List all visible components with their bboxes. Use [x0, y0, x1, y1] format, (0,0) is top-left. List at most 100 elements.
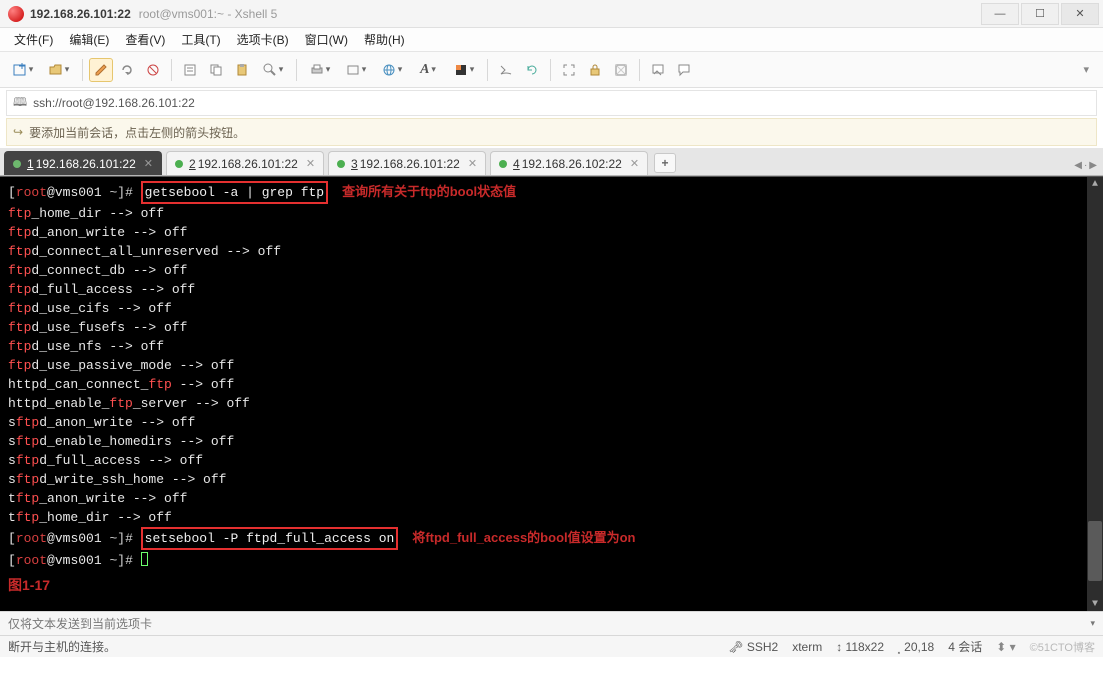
command-1: getsebool -a | grep ftp — [145, 185, 324, 200]
address-url: ssh://root@192.168.26.101:22 — [33, 96, 195, 110]
fullscreen-icon[interactable] — [557, 58, 581, 82]
tab-status-dot — [337, 160, 345, 168]
annotation-1: 查询所有关于ftp的bool状态值 — [342, 184, 516, 199]
scroll-icon[interactable] — [494, 58, 518, 82]
window-controls: — ☐ ✕ — [979, 3, 1099, 25]
tab-add-button[interactable]: + — [654, 153, 676, 173]
sendbar-text: 仅将文本发送到当前选项卡 — [8, 615, 152, 632]
color-scheme-icon[interactable] — [447, 58, 481, 82]
bookmark-icon[interactable]: 🕮 — [13, 93, 27, 114]
font-style-icon[interactable]: A — [411, 58, 445, 82]
command-2: setsebool -P ftpd_full_access on — [145, 531, 395, 546]
tab-label: 192.168.26.101:22 — [198, 157, 298, 171]
terminal-output-line: ftpd_anon_write --> off — [8, 223, 1095, 242]
session-tab-4[interactable]: 4 192.168.26.102:22 ✕ — [490, 151, 648, 175]
tab-scroll-arrows[interactable]: ◀·▶ — [1074, 160, 1097, 171]
close-button[interactable]: ✕ — [1061, 3, 1099, 25]
menu-tab[interactable]: 选项卡(B) — [231, 29, 295, 50]
menu-edit[interactable]: 编辑(E) — [63, 29, 115, 50]
toolbar-separator — [82, 59, 83, 81]
reconnect-icon[interactable] — [115, 58, 139, 82]
maximize-button[interactable]: ☐ — [1021, 3, 1059, 25]
tabstrip: 1 192.168.26.101:22 ✕ 2 192.168.26.101:2… — [0, 148, 1103, 176]
tab-num: 2 — [189, 157, 196, 171]
terminal-scrollbar[interactable]: ▲ ▼ — [1087, 177, 1103, 611]
tab-status-dot — [499, 160, 507, 168]
edit-pencil-icon[interactable] — [89, 58, 113, 82]
chevron-down-icon[interactable]: ▾ — [1090, 618, 1095, 629]
transparency-icon[interactable] — [609, 58, 633, 82]
terminal-output-line: ftpd_use_passive_mode --> off — [8, 356, 1095, 375]
menu-view[interactable]: 查看(V) — [119, 29, 171, 50]
toolbar-separator — [487, 59, 488, 81]
menu-help[interactable]: 帮助(H) — [358, 29, 411, 50]
refresh-icon[interactable] — [520, 58, 544, 82]
terminal-cursor — [141, 552, 148, 566]
terminal-output-line: ftpd_use_fusefs --> off — [8, 318, 1095, 337]
menubar: 文件(F) 编辑(E) 查看(V) 工具(T) 选项卡(B) 窗口(W) 帮助(… — [0, 28, 1103, 52]
find-icon[interactable] — [256, 58, 290, 82]
statusbar: 断开与主机的连接。 🗝 SSH2 xterm ↕ 118x22 ⸼ 20,18 … — [0, 635, 1103, 657]
terminal-output-line: sftpd_enable_homedirs --> off — [8, 432, 1095, 451]
toolbar-overflow-icon[interactable]: ▾ — [1083, 63, 1097, 76]
terminal-line: [root@vms001 ~]# setsebool -P ftpd_full_… — [8, 527, 1095, 550]
status-left: 断开与主机的连接。 — [8, 638, 116, 655]
tab-num: 4 — [513, 157, 520, 171]
tab-label: 192.168.26.102:22 — [522, 157, 622, 171]
status-size: ↕ 118x22 — [836, 640, 884, 654]
tipbar-text: 要添加当前会话，点击左侧的箭头按钮。 — [29, 124, 245, 141]
session-tab-2[interactable]: 2 192.168.26.101:22 ✕ — [166, 151, 324, 175]
terminal-output-line: sftpd_anon_write --> off — [8, 413, 1095, 432]
toolbar: A ▾ — [0, 52, 1103, 88]
new-session-icon[interactable] — [6, 58, 40, 82]
session-tab-3[interactable]: 3 192.168.26.101:22 ✕ — [328, 151, 486, 175]
status-cursor: ⸼ 20,18 — [898, 638, 934, 655]
paste-icon[interactable] — [230, 58, 254, 82]
terminal-line: [root@vms001 ~]# — [8, 550, 1095, 570]
terminal[interactable]: [root@vms001 ~]# getsebool -a | grep ftp… — [0, 176, 1103, 611]
status-arrows[interactable]: ⬍ ▾ — [996, 640, 1015, 654]
font-larger-icon[interactable] — [339, 58, 373, 82]
globe-icon[interactable] — [375, 58, 409, 82]
menu-tools[interactable]: 工具(T) — [175, 29, 226, 50]
app-icon — [8, 6, 24, 22]
scroll-down-icon[interactable]: ▼ — [1087, 597, 1103, 611]
cmd2-highlight-box: setsebool -P ftpd_full_access on — [141, 527, 399, 550]
tab-close-icon[interactable]: ✕ — [630, 157, 639, 170]
tab-close-icon[interactable]: ✕ — [468, 157, 477, 170]
tab-close-icon[interactable]: ✕ — [144, 157, 153, 170]
figure-label: 图1-17 — [8, 570, 1095, 596]
minimize-button[interactable]: — — [981, 3, 1019, 25]
copy-icon[interactable] — [204, 58, 228, 82]
session-tab-1[interactable]: 1 192.168.26.101:22 ✕ — [4, 151, 162, 175]
tip-arrow-icon[interactable]: ↪ — [13, 125, 23, 139]
scroll-thumb[interactable] — [1088, 521, 1102, 581]
terminal-output-line: sftpd_full_access --> off — [8, 451, 1095, 470]
tab-label: 192.168.26.101:22 — [36, 157, 136, 171]
print-icon[interactable] — [303, 58, 337, 82]
tab-close-icon[interactable]: ✕ — [306, 157, 315, 170]
window-title-main: 192.168.26.101:22 — [30, 7, 131, 21]
status-sessions: 4 会话 — [948, 638, 982, 655]
terminal-output-line: ftpd_connect_all_unreserved --> off — [8, 242, 1095, 261]
lock-icon[interactable] — [583, 58, 607, 82]
properties-icon[interactable] — [178, 58, 202, 82]
toolbar-separator — [639, 59, 640, 81]
scroll-up-icon[interactable]: ▲ — [1087, 177, 1103, 191]
address-bar[interactable]: 🕮 ssh://root@192.168.26.101:22 — [6, 90, 1097, 116]
cmd1-highlight-box: getsebool -a | grep ftp — [141, 181, 328, 204]
toolbar-separator — [550, 59, 551, 81]
menu-window[interactable]: 窗口(W) — [299, 29, 354, 50]
annotation-2: 将ftpd_full_access的bool值设置为on — [412, 530, 635, 545]
terminal-output-line: ftp_home_dir --> off — [8, 204, 1095, 223]
compose-icon[interactable] — [646, 58, 670, 82]
menu-file[interactable]: 文件(F) — [8, 29, 59, 50]
tab-status-dot — [13, 160, 21, 168]
disconnect-icon[interactable] — [141, 58, 165, 82]
chat-icon[interactable] — [672, 58, 696, 82]
status-term: xterm — [792, 640, 822, 654]
status-ssh: 🗝 SSH2 — [728, 640, 778, 654]
send-target-bar[interactable]: 仅将文本发送到当前选项卡 ▾ — [0, 611, 1103, 635]
terminal-output-line: httpd_can_connect_ftp --> off — [8, 375, 1095, 394]
open-folder-icon[interactable] — [42, 58, 76, 82]
